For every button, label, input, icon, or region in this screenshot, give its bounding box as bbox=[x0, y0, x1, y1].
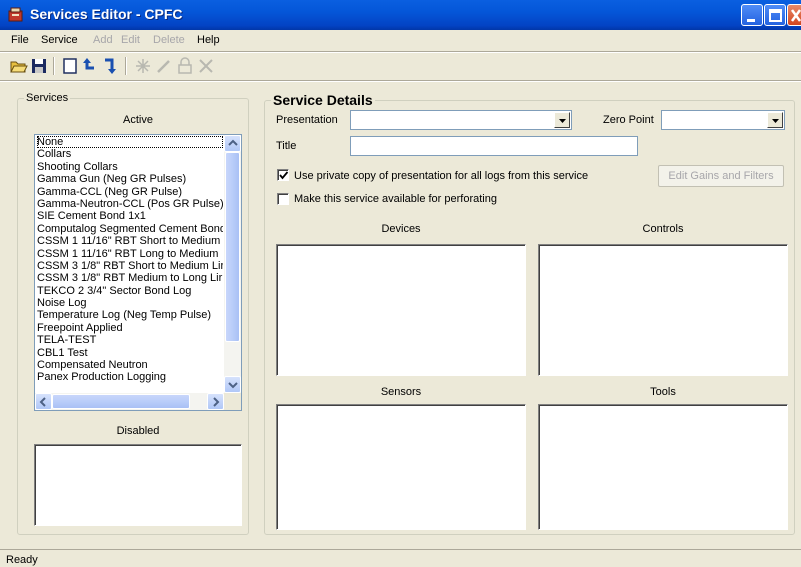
presentation-select[interactable] bbox=[350, 110, 572, 130]
scroll-down-button[interactable] bbox=[224, 376, 241, 393]
list-item[interactable]: Temperature Log (Neg Temp Pulse) bbox=[37, 309, 223, 321]
close-icon bbox=[790, 9, 801, 22]
minimize-button[interactable] bbox=[741, 4, 763, 26]
new-document-icon[interactable] bbox=[61, 57, 79, 75]
vertical-scrollbar[interactable] bbox=[224, 135, 241, 393]
list-item[interactable]: CSSM 3 1/8" RBT Medium to Long Lir bbox=[37, 272, 223, 284]
private-copy-label: Use private copy of presentation for all… bbox=[294, 170, 589, 182]
scroll-up-button[interactable] bbox=[224, 135, 241, 152]
save-icon[interactable] bbox=[30, 57, 48, 75]
sensors-list[interactable] bbox=[276, 404, 526, 530]
perforating-label: Make this service available for perforat… bbox=[294, 193, 497, 205]
list-item[interactable]: Gamma Gun (Neg GR Pulses) bbox=[37, 173, 223, 185]
menu-service[interactable]: Service bbox=[41, 34, 78, 46]
menu-edit[interactable]: Edit bbox=[121, 34, 140, 46]
close-button[interactable] bbox=[787, 4, 801, 26]
sensors-label: Sensors bbox=[380, 386, 422, 398]
redo-icon[interactable] bbox=[101, 57, 119, 75]
list-item[interactable]: CSSM 1 11/16" RBT Long to Medium bbox=[37, 248, 223, 260]
tools-icon[interactable] bbox=[197, 57, 215, 75]
list-item[interactable]: Gamma-Neutron-CCL (Pos GR Pulse) bbox=[37, 198, 223, 210]
scroll-right-button[interactable] bbox=[207, 393, 224, 410]
menu-help[interactable]: Help bbox=[197, 34, 220, 46]
toolbar bbox=[0, 52, 801, 78]
menu-delete[interactable]: Delete bbox=[153, 34, 185, 46]
menu-bar: File Service Add Edit Delete Help bbox=[0, 30, 801, 50]
chevron-up-icon bbox=[228, 139, 238, 146]
title-label: Title bbox=[276, 140, 297, 152]
zero-point-dropdown-button[interactable] bbox=[767, 112, 783, 128]
list-item[interactable]: Compensated Neutron bbox=[37, 359, 223, 371]
list-item[interactable]: Panex Production Logging bbox=[37, 371, 223, 383]
devices-label: Devices bbox=[381, 223, 421, 235]
maximize-button[interactable] bbox=[764, 4, 786, 26]
presentation-dropdown-button[interactable] bbox=[554, 112, 570, 128]
list-item[interactable]: CSSM 3 1/8" RBT Short to Medium Lir bbox=[37, 260, 223, 272]
toolbar-divider bbox=[0, 80, 801, 82]
active-services-items: None Collars Shooting Collars Gamma Gun (Ne… bbox=[37, 136, 223, 384]
maximize-icon bbox=[769, 9, 782, 22]
list-item[interactable]: Computalog Segmented Cement Bond bbox=[37, 223, 223, 235]
checkmark-icon bbox=[279, 171, 289, 180]
dropdown-arrow-icon bbox=[772, 119, 779, 123]
chevron-down-icon bbox=[228, 382, 238, 389]
disabled-label: Disabled bbox=[116, 425, 160, 437]
edit-icon[interactable] bbox=[155, 57, 173, 75]
list-item[interactable]: Freepoint Applied bbox=[37, 322, 223, 334]
toolbar-separator bbox=[125, 57, 127, 75]
chevron-right-icon bbox=[213, 397, 220, 407]
horizontal-scrollbar[interactable] bbox=[35, 393, 224, 410]
private-copy-checkbox[interactable] bbox=[277, 169, 289, 181]
edit-gains-filters-button[interactable]: Edit Gains and Filters bbox=[658, 165, 784, 187]
toolbar-separator bbox=[53, 57, 55, 75]
service-details-heading: Service Details bbox=[273, 92, 373, 108]
title-field[interactable] bbox=[350, 136, 638, 156]
menu-add[interactable]: Add bbox=[93, 34, 113, 46]
scroll-left-button[interactable] bbox=[35, 393, 52, 410]
lock-icon[interactable] bbox=[176, 57, 194, 75]
controls-list[interactable] bbox=[538, 244, 788, 376]
zero-point-select[interactable] bbox=[661, 110, 785, 130]
title-bar[interactable]: Services Editor - CPFC bbox=[0, 0, 801, 30]
status-bar: Ready bbox=[0, 549, 801, 567]
presentation-label: Presentation bbox=[276, 114, 338, 126]
tools-list[interactable] bbox=[538, 404, 788, 530]
list-item[interactable]: Gamma-CCL (Neg GR Pulse) bbox=[37, 186, 223, 198]
list-item[interactable]: TELA-TEST bbox=[37, 334, 223, 346]
open-folder-icon[interactable] bbox=[10, 57, 28, 75]
list-item[interactable]: Noise Log bbox=[37, 297, 223, 309]
vertical-scroll-thumb[interactable] bbox=[225, 152, 240, 342]
list-item[interactable]: CBL1 Test bbox=[37, 347, 223, 359]
add-icon[interactable] bbox=[134, 57, 152, 75]
services-editor-app-icon bbox=[8, 7, 23, 22]
disabled-services-list[interactable] bbox=[34, 444, 242, 526]
perforating-checkbox[interactable] bbox=[277, 193, 289, 205]
list-item[interactable]: SIE Cement Bond 1x1 bbox=[37, 210, 223, 222]
window-title: Services Editor - CPFC bbox=[30, 6, 183, 22]
undo-icon[interactable] bbox=[81, 57, 99, 75]
list-item[interactable]: Shooting Collars bbox=[37, 161, 223, 173]
list-item[interactable]: TEKCO 2 3/4" Sector Bond Log bbox=[37, 285, 223, 297]
devices-list[interactable] bbox=[276, 244, 526, 376]
horizontal-scroll-thumb[interactable] bbox=[52, 394, 190, 409]
list-item[interactable]: Collars bbox=[37, 148, 223, 160]
list-item[interactable]: None bbox=[37, 136, 223, 149]
tools-label: Tools bbox=[650, 386, 676, 398]
status-text: Ready bbox=[6, 554, 38, 566]
services-group-label: Services bbox=[26, 92, 69, 104]
active-label: Active bbox=[123, 114, 153, 126]
minimize-icon bbox=[747, 19, 755, 22]
controls-label: Controls bbox=[642, 223, 684, 235]
zero-point-label: Zero Point bbox=[603, 114, 654, 126]
list-item[interactable]: CSSM 1 11/16" RBT Short to Medium bbox=[37, 235, 223, 247]
dropdown-arrow-icon bbox=[559, 119, 566, 123]
menu-file[interactable]: File bbox=[11, 34, 29, 46]
active-services-list[interactable]: None Collars Shooting Collars Gamma Gun (Ne… bbox=[34, 134, 242, 411]
scroll-corner bbox=[224, 393, 241, 410]
chevron-left-icon bbox=[39, 397, 46, 407]
